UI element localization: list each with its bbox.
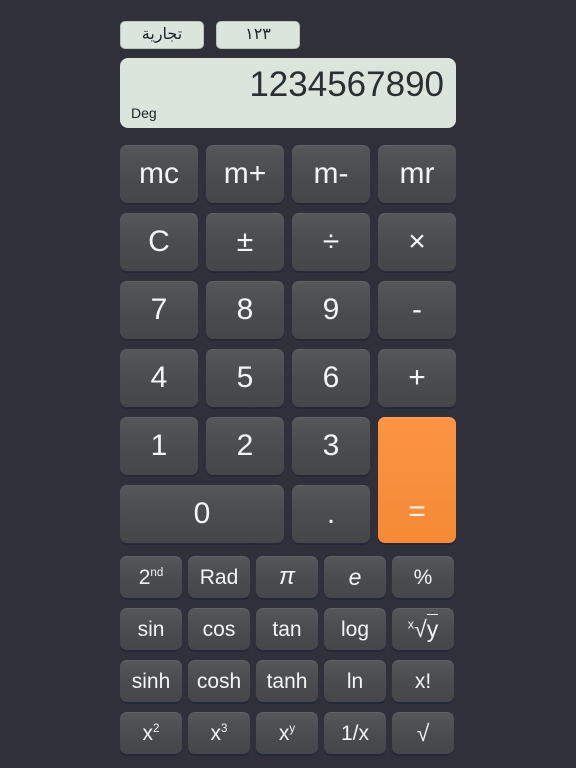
pi-button[interactable]: π: [256, 556, 318, 598]
digit-9-button[interactable]: 9: [292, 281, 370, 339]
scientific-keypad: 2nd Rad π e % sin cos tan log x√y sinh c…: [120, 556, 456, 754]
main-keypad: mc m+ m- mr C ± ÷ × 7 8 9 - 4 5 6 + 1 2 …: [120, 145, 456, 543]
digit-2-button[interactable]: 2: [206, 417, 284, 475]
angle-mode-label: Deg: [131, 105, 157, 121]
square-glyph: x2: [142, 721, 160, 745]
digit-3-button[interactable]: 3: [292, 417, 370, 475]
display-value: 1234567890: [249, 65, 444, 104]
memory-subtract-button[interactable]: m-: [292, 145, 370, 203]
power-button[interactable]: xy: [256, 712, 318, 754]
second-function-label: 2nd: [138, 565, 164, 589]
digit-7-button[interactable]: 7: [120, 281, 198, 339]
digit-4-button[interactable]: 4: [120, 349, 198, 407]
equals-button[interactable]: =: [378, 417, 456, 543]
power-glyph: xy: [278, 721, 296, 745]
digit-0-button[interactable]: 0: [120, 485, 284, 543]
add-button[interactable]: +: [378, 349, 456, 407]
factorial-button[interactable]: x!: [392, 660, 454, 702]
memory-clear-button[interactable]: mc: [120, 145, 198, 203]
hyperbolic-tangent-button[interactable]: tanh: [256, 660, 318, 702]
euler-glyph: e: [348, 563, 362, 590]
digit-8-button[interactable]: 8: [206, 281, 284, 339]
reciprocal-button[interactable]: 1/x: [324, 712, 386, 754]
second-function-button[interactable]: 2nd: [120, 556, 182, 598]
digit-6-button[interactable]: 6: [292, 349, 370, 407]
sign-toggle-button[interactable]: ±: [206, 213, 284, 271]
tangent-button[interactable]: tan: [256, 608, 318, 650]
nth-root-glyph: x√y: [407, 613, 439, 642]
cube-glyph: x3: [210, 721, 228, 745]
memory-add-button[interactable]: m+: [206, 145, 284, 203]
mode-tab-row: تجارية ١٢٣: [120, 21, 456, 49]
digit-5-button[interactable]: 5: [206, 349, 284, 407]
percent-button[interactable]: %: [392, 556, 454, 598]
pi-glyph: π: [278, 563, 296, 590]
decimal-point-button[interactable]: .: [292, 485, 370, 543]
clear-button[interactable]: C: [120, 213, 198, 271]
square-button[interactable]: x2: [120, 712, 182, 754]
hyperbolic-sine-button[interactable]: sinh: [120, 660, 182, 702]
cube-button[interactable]: x3: [188, 712, 250, 754]
tab-numerals[interactable]: ١٢٣: [216, 21, 300, 49]
subtract-button[interactable]: -: [378, 281, 456, 339]
square-root-glyph: √: [416, 719, 430, 746]
memory-recall-button[interactable]: mr: [378, 145, 456, 203]
euler-button[interactable]: e: [324, 556, 386, 598]
digit-1-button[interactable]: 1: [120, 417, 198, 475]
cosine-button[interactable]: cos: [188, 608, 250, 650]
tab-commercial[interactable]: تجارية: [120, 21, 204, 49]
log-button[interactable]: log: [324, 608, 386, 650]
natural-log-button[interactable]: ln: [324, 660, 386, 702]
divide-button[interactable]: ÷: [292, 213, 370, 271]
display-panel[interactable]: 1234567890 Deg: [120, 58, 456, 128]
square-root-button[interactable]: √: [392, 712, 454, 754]
sine-button[interactable]: sin: [120, 608, 182, 650]
hyperbolic-cosine-button[interactable]: cosh: [188, 660, 250, 702]
radians-button[interactable]: Rad: [188, 556, 250, 598]
multiply-button[interactable]: ×: [378, 213, 456, 271]
nth-root-button[interactable]: x√y: [392, 608, 454, 650]
calculator-app: تجارية ١٢٣ 1234567890 Deg mc m+ m- mr C …: [0, 0, 576, 768]
